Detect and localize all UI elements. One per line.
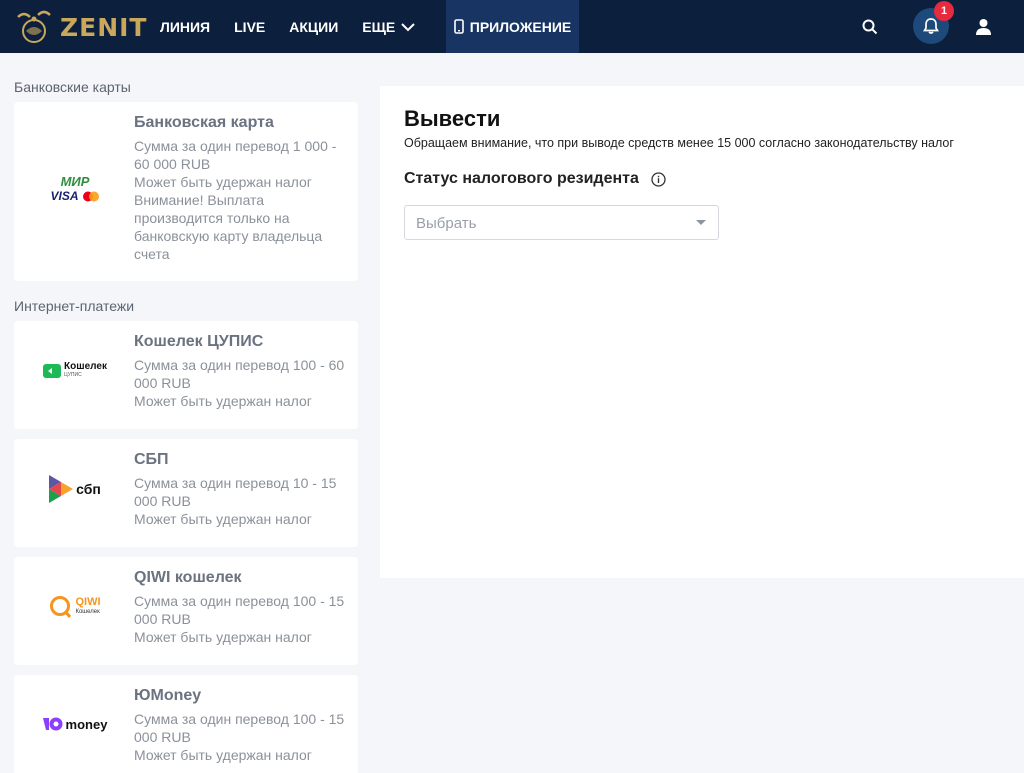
- withdraw-panel: Вывести Обращаем внимание, что при вывод…: [380, 86, 1024, 578]
- user-icon: [975, 19, 991, 35]
- tax-status-label: Статус налогового резидента: [404, 170, 666, 188]
- notification-badge: 1: [934, 1, 954, 21]
- logo-text: ZENIT: [60, 12, 148, 42]
- sbp-logo-icon: сбп: [42, 473, 108, 505]
- qiwi-logo-subtext: Кошелек: [75, 609, 100, 615]
- method-bank-card[interactable]: МИР VISA Банковская карта Сумма за один …: [14, 102, 358, 281]
- qiwi-mark-icon: [50, 596, 72, 618]
- mir-visa-logo-icon: МИР VISA: [42, 172, 108, 206]
- nav-live[interactable]: LIVE: [234, 19, 265, 35]
- nav-more-label: ЕЩЕ: [362, 18, 396, 35]
- select-placeholder: Выбрать: [416, 215, 477, 232]
- method-title: Кошелек ЦУПИС: [134, 333, 264, 350]
- sbp-logo-text: сбп: [76, 481, 101, 497]
- yoomoney-logo-icon: money: [42, 715, 108, 733]
- tax-status-select[interactable]: Выбрать: [404, 205, 719, 240]
- method-title: QIWI кошелек: [134, 569, 242, 586]
- visa-logo-text: VISA: [50, 189, 79, 203]
- yoomoney-mark-icon: [42, 717, 63, 731]
- nav-line-label: ЛИНИЯ: [160, 18, 211, 35]
- cupis-mark-icon: [43, 364, 62, 378]
- method-qiwi[interactable]: QIWI Кошелек QIWI кошелек Сумма за один …: [14, 557, 358, 665]
- yoomoney-logo-text: money: [65, 716, 108, 732]
- method-desc: Сумма за один перевод 100 - 15 000 RUB Мож…: [134, 711, 345, 763]
- method-title: ЮMoney: [134, 687, 202, 704]
- app-download-button[interactable]: ПРИЛОЖЕНИЕ: [446, 0, 579, 53]
- main-nav: ЛИНИЯ LIVE АКЦИИ ЕЩЕ: [160, 0, 439, 53]
- sbp-mark-icon: [49, 475, 74, 503]
- nav-promos-label: АКЦИИ: [289, 18, 339, 35]
- profile-button[interactable]: [972, 0, 994, 53]
- search-button[interactable]: [858, 0, 882, 53]
- section-bank-cards: Банковские карты: [14, 79, 131, 95]
- method-title: Банковская карта: [134, 114, 274, 131]
- chevron-down-icon: [401, 22, 415, 31]
- nav-line[interactable]: ЛИНИЯ: [160, 19, 210, 35]
- method-cupis-wallet[interactable]: Кошелек ЦУПИС Кошелек ЦУПИС Сумма за оди…: [14, 321, 358, 429]
- mir-logo-text: МИР: [60, 174, 90, 189]
- nav-promos[interactable]: АКЦИИ: [289, 19, 338, 35]
- caret-down-icon: [696, 220, 706, 225]
- search-icon: [862, 19, 878, 34]
- method-desc: Сумма за один перевод 100 - 60 000 RUB Мож…: [134, 357, 345, 409]
- tax-notice: Обращаем внимание, что при выводе средст…: [404, 136, 954, 150]
- cupis-logo-text: Кошелек: [64, 361, 107, 372]
- qiwi-logo-text: QIWI: [75, 596, 101, 608]
- app-button-label: ПРИЛОЖЕНИЕ: [469, 18, 572, 35]
- zenit-logo[interactable]: ZENIT: [14, 4, 147, 50]
- qiwi-logo-icon: QIWI Кошелек: [42, 593, 108, 621]
- method-yoomoney[interactable]: money ЮMoney Сумма за один перевод 100 -…: [14, 675, 358, 773]
- nav-more[interactable]: ЕЩЕ: [362, 19, 415, 35]
- section-internet-payments: Интернет-платежи: [14, 298, 135, 314]
- tax-status-label-text: Статус налогового резидента: [404, 170, 639, 187]
- method-desc: Сумма за один перевод 10 - 15 000 RUB Може…: [134, 475, 337, 527]
- phone-icon: [453, 19, 464, 34]
- cupis-logo-icon: Кошелек ЦУПИС: [42, 361, 108, 381]
- method-title: СБП: [134, 451, 169, 468]
- method-desc: Сумма за один перевод 100 - 15 000 RUB Мож…: [134, 593, 345, 645]
- mastercard-icon: [82, 191, 99, 201]
- nav-live-label: LIVE: [234, 18, 266, 35]
- top-header: ZENIT ЛИНИЯ LIVE АКЦИИ ЕЩЕ ПРИЛОЖЕНИЕ 1: [0, 0, 1024, 53]
- bell-icon: [922, 18, 940, 34]
- cupis-logo-subtext: ЦУПИС: [64, 372, 82, 378]
- method-desc: Сумма за один перевод 1 000 -60 000 RUB М…: [134, 138, 337, 262]
- info-icon[interactable]: [651, 171, 666, 187]
- zenit-emblem-icon: [17, 10, 51, 43]
- page-title: Вывести: [404, 106, 501, 131]
- method-sbp[interactable]: сбп СБП Сумма за один перевод 10 - 15 000…: [14, 439, 358, 547]
